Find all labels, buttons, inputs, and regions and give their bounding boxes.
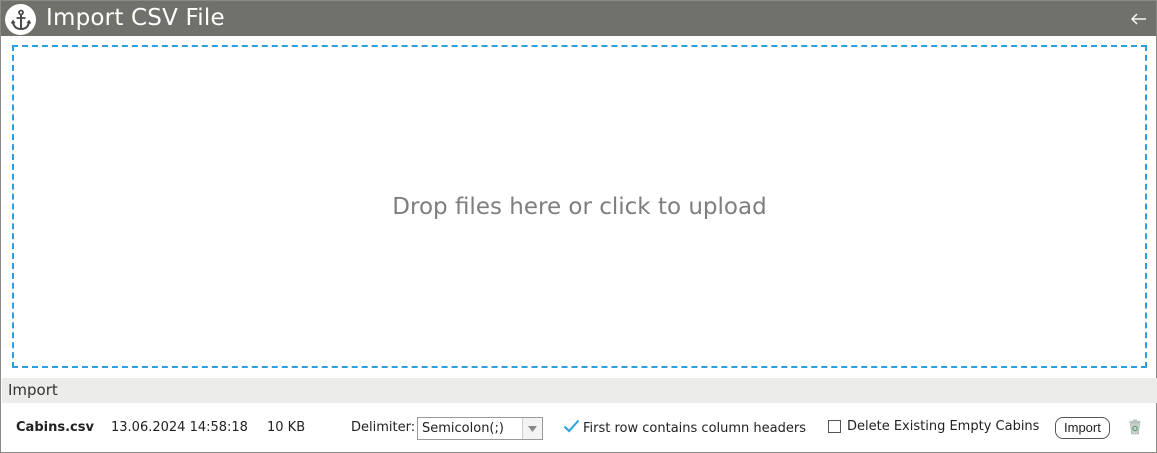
file-date: 13.06.2024 14:58:18 <box>111 420 248 435</box>
first-row-headers-label: First row contains column headers <box>583 420 806 436</box>
anchor-icon <box>5 4 36 35</box>
delimiter-label: Delimiter: <box>351 420 416 435</box>
checkbox-box[interactable] <box>828 420 841 433</box>
delete-existing-cabins-label: Delete Existing Empty Cabins <box>847 419 1040 434</box>
import-csv-window: Import CSV File Drop files here or click… <box>0 0 1157 453</box>
file-drop-zone[interactable]: Drop files here or click to upload <box>12 45 1147 368</box>
first-row-headers-checkbox[interactable]: First row contains column headers <box>563 419 806 437</box>
arrow-left-icon[interactable] <box>1130 10 1148 28</box>
checkmark-icon[interactable] <box>563 419 580 437</box>
delimiter-select[interactable]: Semicolon(;) <box>417 417 543 440</box>
chevron-down-icon[interactable] <box>522 418 542 439</box>
trash-icon[interactable] <box>1128 419 1142 435</box>
delimiter-selected-value: Semicolon(;) <box>422 421 504 436</box>
delete-existing-cabins-checkbox[interactable]: Delete Existing Empty Cabins <box>828 419 1039 434</box>
import-button[interactable]: Import <box>1055 417 1110 439</box>
file-size: 10 KB <box>267 420 306 435</box>
window-title: Import CSV File <box>46 5 225 31</box>
dropzone-label: Drop files here or click to upload <box>392 193 767 220</box>
title-bar: Import CSV File <box>1 1 1156 36</box>
file-name: Cabins.csv <box>16 420 94 435</box>
import-section-header: Import <box>2 378 1157 403</box>
file-row: Cabins.csv 13.06.2024 14:58:18 10 KB Del… <box>1 403 1156 453</box>
